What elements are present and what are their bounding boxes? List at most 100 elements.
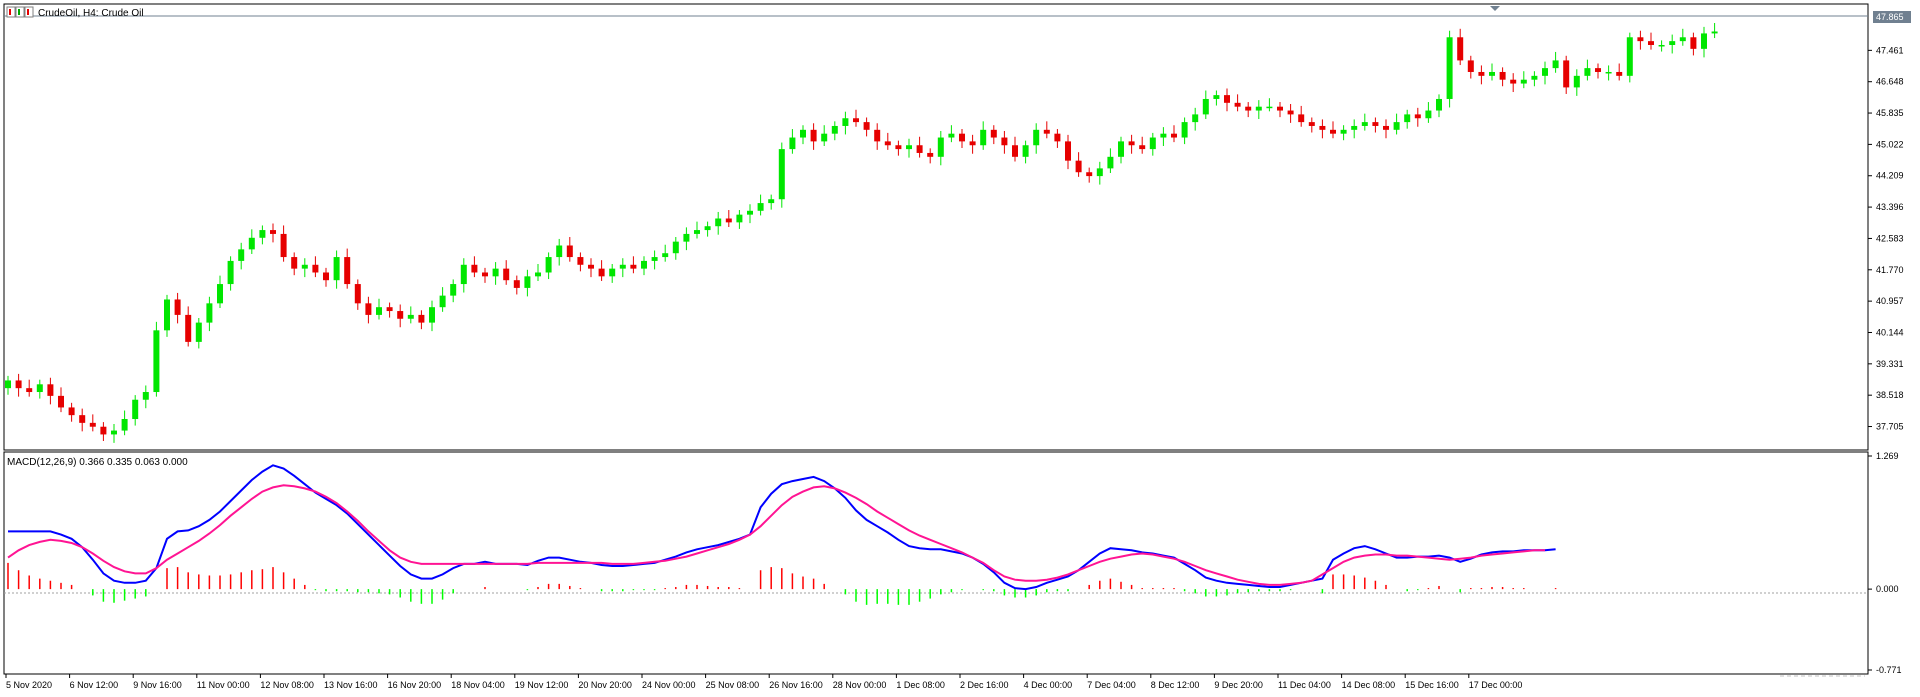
candle-body (142, 392, 149, 400)
candle-body (1711, 31, 1718, 34)
candle-body (1383, 125, 1389, 130)
candle-body (376, 307, 382, 315)
candle-body (1648, 41, 1654, 45)
candle-body (450, 284, 457, 296)
candle-body (1086, 172, 1093, 177)
candle-body (863, 122, 870, 130)
candle-body (1467, 60, 1474, 72)
time-tick-label: 2 Dec 16:00 (960, 680, 1009, 690)
price-tick-label: 43.396 (1876, 202, 1904, 212)
candle-body (1192, 114, 1199, 123)
candle-body (1033, 129, 1040, 146)
chart-window[interactable]: CrudeOil, H4: Crude Oil 47.461 46.648 45.8… (0, 0, 1920, 692)
candle-body (1202, 98, 1209, 115)
candle-body (471, 264, 478, 273)
candle-body (1234, 102, 1241, 107)
time-tick-label: 5 Nov 2020 (6, 680, 52, 690)
candle-body (121, 419, 128, 431)
current-price-label: 47.865 (1876, 12, 1904, 22)
chart-title: CrudeOil, H4: Crude Oil (38, 8, 144, 19)
time-tick-label: 6 Nov 12:00 (70, 680, 119, 690)
candle-body (1255, 106, 1262, 111)
price-tick-label: 46.648 (1876, 77, 1904, 87)
candle-body (1266, 106, 1273, 109)
candle-body (1436, 98, 1442, 111)
time-tick-label: 9 Nov 16:00 (133, 680, 182, 690)
candle-body (418, 314, 425, 323)
time-tick-label: 8 Dec 12:00 (1151, 680, 1200, 690)
time-tick-label: 26 Nov 16:00 (769, 680, 823, 690)
candle-body (1489, 71, 1495, 76)
chart-canvas[interactable]: CrudeOil, H4: Crude Oil 47.461 46.648 45.8… (0, 0, 1920, 692)
candle-body (1584, 68, 1591, 76)
candle-body (1542, 68, 1548, 76)
candle-body (566, 245, 573, 258)
candle-body (1224, 95, 1230, 103)
candle-body (651, 257, 658, 261)
candle-body (1298, 114, 1305, 123)
time-tick-label: 24 Nov 00:00 (642, 680, 696, 690)
candle-body (164, 299, 170, 331)
candle-body (333, 257, 340, 281)
time-tick-label: 4 Dec 00:00 (1024, 680, 1073, 690)
candle-body (5, 380, 11, 389)
candle-body (132, 399, 139, 420)
macd-axis: 1.269 0.000 -0.771 (1868, 451, 1902, 675)
candle-body (291, 257, 298, 269)
price-tick-label: 47.461 (1876, 45, 1904, 55)
price-tick-label: 45.022 (1876, 139, 1904, 149)
candle-body (1669, 41, 1676, 45)
candle-body (439, 295, 446, 308)
candle-body (704, 226, 711, 231)
candle-body (1626, 37, 1633, 76)
candle-body (577, 257, 584, 265)
candle-body (312, 264, 319, 273)
candle-body (1012, 145, 1018, 157)
candle-body (1393, 122, 1400, 130)
candle-body (1552, 60, 1559, 69)
candle-body (1446, 37, 1453, 99)
candle-body (821, 133, 828, 142)
candle-body (1372, 122, 1379, 126)
candle-body (630, 264, 637, 269)
candle-body (1690, 37, 1697, 49)
candle-body (1605, 71, 1612, 74)
candle-body (482, 272, 488, 277)
candle-body (323, 272, 329, 281)
candle-body (68, 407, 75, 416)
time-tick-label: 11 Dec 04:00 (1278, 680, 1331, 690)
time-tick-label: 18 Nov 04:00 (451, 680, 505, 690)
candle-body (535, 272, 541, 277)
macd-tick-label: 1.269 (1876, 451, 1899, 461)
candle-body (747, 210, 753, 215)
candle-body (1022, 145, 1029, 157)
candle-body (195, 322, 202, 342)
candle-body (1510, 79, 1517, 84)
time-tick-label: 19 Nov 12:00 (515, 680, 569, 690)
candle-body (545, 257, 552, 273)
time-tick-label: 20 Nov 20:00 (578, 680, 632, 690)
candle-body (1531, 75, 1538, 80)
candle-body (206, 303, 213, 323)
price-tick-label: 37.705 (1876, 422, 1904, 432)
window-icons[interactable] (6, 6, 34, 18)
candle-body (1139, 145, 1146, 150)
candle-body (386, 307, 393, 312)
candle-body (1107, 156, 1114, 169)
candle-body (916, 145, 923, 153)
candle-body (937, 137, 944, 157)
candle-body (1404, 114, 1411, 123)
time-tick-label: 12 Nov 08:00 (260, 680, 314, 690)
candle-body (874, 129, 881, 142)
candle-body (47, 384, 54, 396)
candle-body (1616, 71, 1623, 76)
candle-body (492, 268, 499, 277)
time-tick-label: 14 Dec 08:00 (1342, 680, 1396, 690)
candle-body (757, 203, 764, 211)
candle-body (715, 218, 722, 227)
candle-body (100, 426, 107, 435)
candle-body (1457, 37, 1464, 61)
candle-body (397, 311, 404, 319)
candle-body (259, 230, 266, 238)
candle-body (354, 284, 361, 304)
